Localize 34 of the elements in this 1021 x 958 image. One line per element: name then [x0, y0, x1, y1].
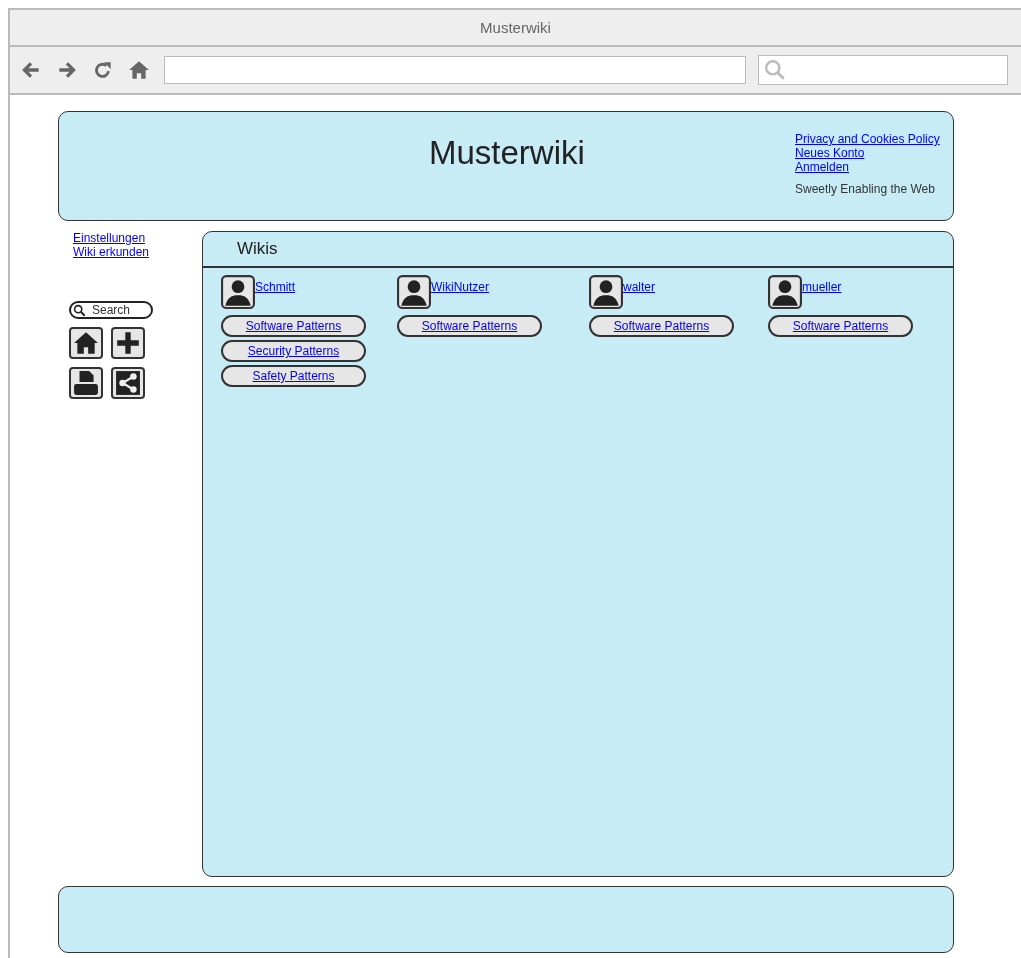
home-button[interactable]: [69, 327, 103, 359]
avatar-icon: [589, 275, 623, 309]
site-title: Musterwiki: [429, 134, 585, 173]
add-button[interactable]: [111, 327, 145, 359]
window-title: Musterwiki: [480, 19, 551, 36]
print-button[interactable]: [69, 367, 103, 399]
user-link[interactable]: Schmitt: [255, 280, 295, 294]
panel-title: Wikis: [237, 239, 278, 259]
sidebar-link[interactable]: Wiki erkunden: [73, 245, 202, 259]
wiki-button[interactable]: Software Patterns: [768, 315, 913, 337]
search-icon: [764, 59, 786, 81]
search-field[interactable]: [758, 55, 1008, 85]
wiki-button[interactable]: Software Patterns: [589, 315, 734, 337]
search-field[interactable]: Search: [69, 301, 153, 319]
header-link[interactable]: Neues Konto: [795, 146, 953, 160]
home-icon[interactable]: [128, 59, 150, 81]
search-icon: [73, 303, 86, 317]
sidebar-link[interactable]: Einstellungen: [73, 231, 202, 245]
avatar-icon: [221, 275, 255, 309]
share-button[interactable]: [111, 367, 145, 399]
header-link[interactable]: Anmelden: [795, 160, 953, 174]
avatar-icon: [768, 275, 802, 309]
wiki-button[interactable]: Software Patterns: [397, 315, 542, 337]
user-link[interactable]: mueller: [802, 280, 842, 294]
wiki-button[interactable]: Safety Patterns: [221, 365, 366, 387]
address-field[interactable]: [164, 56, 746, 84]
wiki-button[interactable]: Software Patterns: [221, 315, 366, 337]
user-link[interactable]: walter: [623, 280, 655, 294]
wiki-button[interactable]: Security Patterns: [221, 340, 366, 362]
reload-icon[interactable]: [92, 59, 114, 81]
avatar-icon: [397, 275, 431, 309]
tagline: Sweetly Enabling the Web: [795, 182, 936, 196]
header-link[interactable]: Privacy and Cookies Policy: [795, 132, 953, 146]
user-link[interactable]: WikiNutzer: [431, 280, 489, 294]
